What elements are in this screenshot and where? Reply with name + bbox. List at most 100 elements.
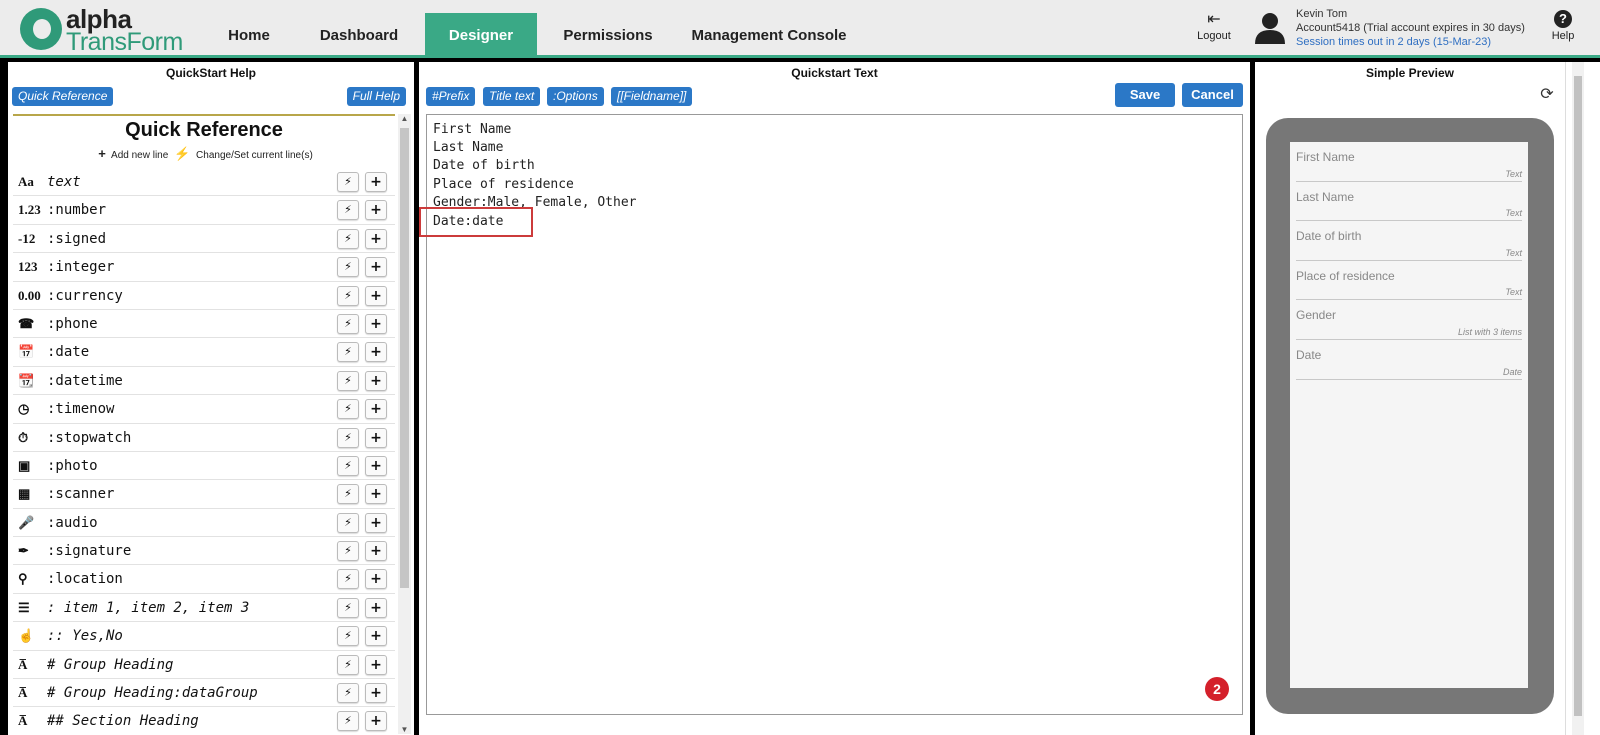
reference-row: ▦:scanner ⚡ + <box>13 480 395 509</box>
photo-icon: ▣ <box>18 457 31 473</box>
change-line-button[interactable]: ⚡ <box>337 399 359 420</box>
preview-field[interactable]: Date Date <box>1296 340 1522 380</box>
change-line-button[interactable]: ⚡ <box>337 455 359 476</box>
save-button[interactable]: Save <box>1115 83 1175 107</box>
reference-row: 0.00:currency ⚡ + <box>13 282 395 310</box>
add-line-button[interactable]: + <box>365 654 387 675</box>
microphone-icon: 🎤 <box>18 514 35 530</box>
add-line-button[interactable]: + <box>365 399 387 420</box>
reference-text: :signature <box>47 543 132 560</box>
page-scrollbar[interactable] <box>1565 62 1600 735</box>
pen-icon: ✒ <box>18 543 29 559</box>
add-line-button[interactable]: + <box>365 626 387 647</box>
tab-dashboard[interactable]: Dashboard <box>293 13 425 58</box>
scroll-down-arrow-icon[interactable]: ▼ <box>398 725 411 734</box>
section-heading-icon: A̅ <box>18 713 28 729</box>
scroll-up-arrow-icon[interactable]: ▲ <box>398 114 411 123</box>
step-badge: 2 <box>1205 677 1229 701</box>
add-line-button[interactable]: + <box>365 484 387 505</box>
preview-field-label: Date <box>1296 347 1322 362</box>
phone-screen: First Name Text Last Name Text Date of birth… <box>1290 142 1528 688</box>
help-button[interactable]: ? Help <box>1546 10 1580 42</box>
tab-home[interactable]: Home <box>205 13 293 58</box>
reference-row: A̅ ## Section Heading ⚡ + <box>13 707 395 735</box>
reference-text: :integer <box>47 259 115 276</box>
scrollbar-thumb[interactable] <box>1574 76 1582 716</box>
tab-permissions[interactable]: Permissions <box>537 13 679 58</box>
scroll-thumb[interactable] <box>400 128 409 588</box>
change-line-button[interactable]: ⚡ <box>337 313 359 334</box>
change-line-button[interactable]: ⚡ <box>337 257 359 278</box>
editor-line: Last Name <box>433 140 504 155</box>
change-line-button[interactable]: ⚡ <box>337 342 359 363</box>
preview-field[interactable]: Gender List with 3 items <box>1296 300 1522 340</box>
reference-text: ## Section Heading <box>47 713 199 730</box>
logout-button[interactable]: ⇤ Logout <box>1190 10 1238 42</box>
alpha-transform-logo[interactable]: alpha TransForm <box>20 4 190 56</box>
change-line-button[interactable]: ⚡ <box>337 597 359 618</box>
add-line-button[interactable]: + <box>365 427 387 448</box>
quickstart-text-editor[interactable]: First Name Last Name Date of birth Place… <box>419 114 1243 715</box>
add-line-button[interactable]: + <box>365 597 387 618</box>
preview-field-type: Text <box>1505 208 1522 219</box>
add-line-button[interactable]: + <box>365 200 387 221</box>
prefix-button[interactable]: #Prefix <box>426 87 476 106</box>
reference-row: A̅ # Group Heading ⚡ + <box>13 651 395 680</box>
change-line-button[interactable]: ⚡ <box>337 541 359 562</box>
change-line-button[interactable]: ⚡ <box>337 512 359 533</box>
reference-row: ◷:timenow ⚡ + <box>13 395 395 424</box>
add-line-button[interactable]: + <box>365 313 387 334</box>
left-scrollbar[interactable]: ▲ ▼ <box>398 114 411 734</box>
add-line-button[interactable]: + <box>365 541 387 562</box>
preview-field-type: Text <box>1505 287 1522 298</box>
preview-field[interactable]: Date of birth Text <box>1296 221 1522 261</box>
change-line-button[interactable]: ⚡ <box>337 427 359 448</box>
preview-field[interactable]: Last Name Text <box>1296 182 1522 222</box>
editor-line: Place of residence <box>433 177 574 192</box>
title-text-button[interactable]: Title text <box>483 87 541 106</box>
add-line-button[interactable]: + <box>365 455 387 476</box>
add-line-button[interactable]: + <box>365 711 387 732</box>
change-line-button[interactable]: ⚡ <box>337 285 359 306</box>
add-line-button[interactable]: + <box>365 257 387 278</box>
reference-text: :: Yes,No <box>47 628 123 645</box>
cancel-button[interactable]: Cancel <box>1182 83 1243 107</box>
preview-field-label: Last Name <box>1296 189 1355 204</box>
add-line-button[interactable]: + <box>365 683 387 704</box>
options-button[interactable]: :Options <box>547 87 604 106</box>
session-timeout[interactable]: Session times out in 2 days (15-Mar-23) <box>1296 35 1525 49</box>
clock-icon: ◷ <box>18 401 30 417</box>
tab-designer[interactable]: Designer <box>425 13 537 58</box>
add-line-button[interactable]: + <box>365 370 387 391</box>
change-line-button[interactable]: ⚡ <box>337 172 359 192</box>
full-help-button[interactable]: Full Help <box>346 87 406 106</box>
change-line-button[interactable]: ⚡ <box>337 484 359 505</box>
reference-text: :date <box>47 344 90 361</box>
calendar-icon: 📅 <box>18 344 35 360</box>
change-line-button[interactable]: ⚡ <box>337 654 359 675</box>
change-line-button[interactable]: ⚡ <box>337 626 359 647</box>
add-line-button[interactable]: + <box>365 342 387 363</box>
change-line-button[interactable]: ⚡ <box>337 683 359 704</box>
add-line-button[interactable]: + <box>365 512 387 533</box>
preview-field[interactable]: Place of residence Text <box>1296 261 1522 301</box>
refresh-icon[interactable]: ⟳ <box>1538 86 1556 104</box>
quick-reference-button[interactable]: Quick Reference <box>12 87 114 106</box>
change-line-button[interactable]: ⚡ <box>337 569 359 590</box>
change-line-button[interactable]: ⚡ <box>337 711 359 732</box>
qr-code-icon: ▦ <box>18 486 31 502</box>
add-line-button[interactable]: + <box>365 569 387 590</box>
tab-management-console[interactable]: Management Console <box>679 13 859 58</box>
add-line-button[interactable]: + <box>365 228 387 249</box>
reference-row: 123:integer ⚡ + <box>13 253 395 282</box>
add-line-button[interactable]: + <box>365 285 387 306</box>
reference-row: 1.23:number ⚡ + <box>13 196 395 225</box>
fieldname-button[interactable]: [[Fieldname]] <box>611 87 693 106</box>
change-line-button[interactable]: ⚡ <box>337 200 359 221</box>
preview-field[interactable]: First Name Text <box>1296 142 1522 182</box>
preview-field-label: Date of birth <box>1296 229 1362 244</box>
add-line-button[interactable]: + <box>365 172 387 192</box>
change-line-button[interactable]: ⚡ <box>337 228 359 249</box>
reference-row: -12:signed ⚡ + <box>13 225 395 254</box>
change-line-button[interactable]: ⚡ <box>337 370 359 391</box>
